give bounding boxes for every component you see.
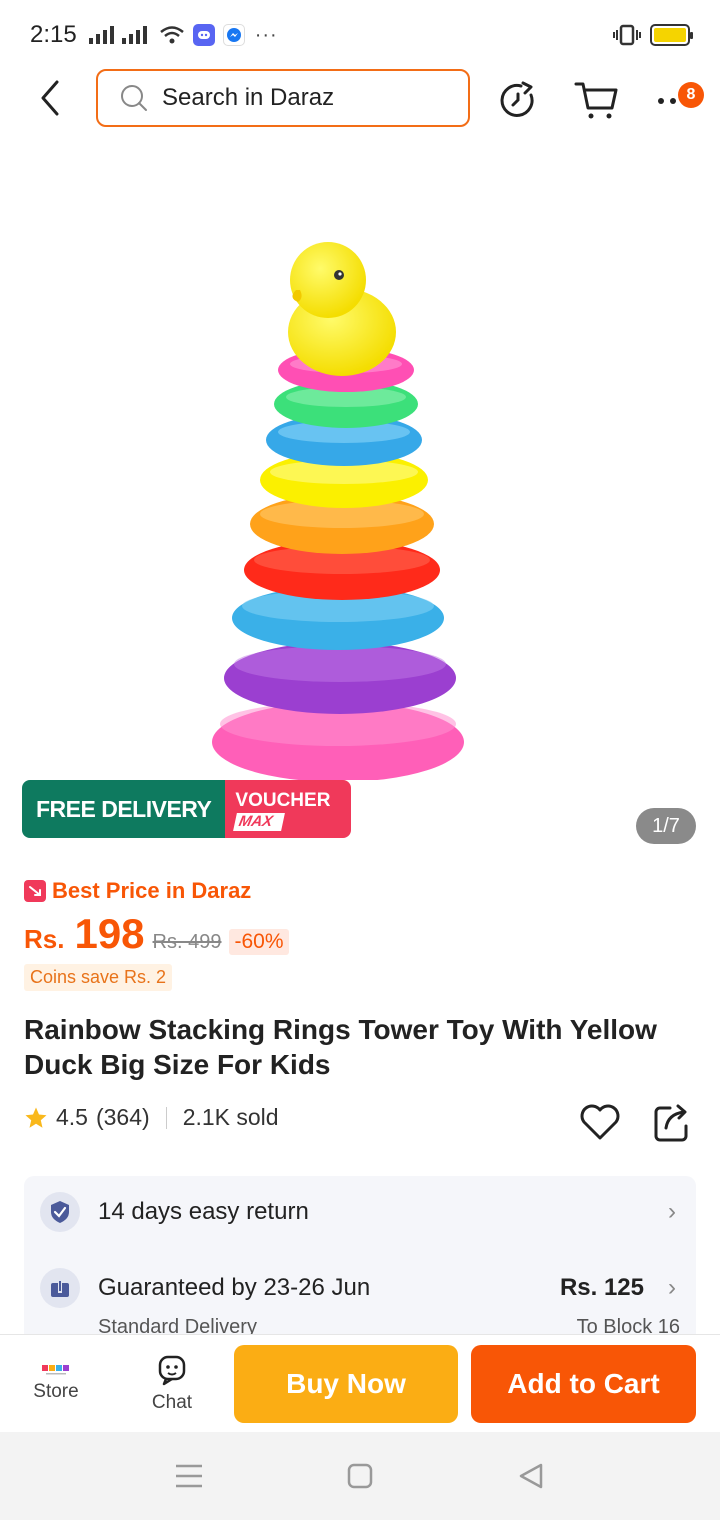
back-arrow-icon xyxy=(41,80,59,116)
status-bar: 2:15 ··· xyxy=(0,0,720,70)
buy-now-button[interactable]: Buy Now xyxy=(234,1345,458,1423)
recent-apps-icon[interactable] xyxy=(174,1463,204,1489)
wishlist-button[interactable] xyxy=(578,1100,622,1144)
share-button[interactable] xyxy=(652,1100,692,1144)
trend-icon xyxy=(24,880,46,902)
returns-row[interactable]: 14 days easy return › xyxy=(40,1192,680,1232)
sold-count: 2.1K sold xyxy=(182,1104,279,1130)
top-nav: Search in Daraz 8 xyxy=(0,68,720,130)
voucher-max-text: MAX xyxy=(233,813,286,831)
service-info-card: 14 days easy return › Guaranteed by 23-2… xyxy=(24,1176,696,1356)
product-image-gallery[interactable]: FREE DELIVERY VOUCHER MAX 1/7 xyxy=(0,140,720,860)
rating-value: 4.5 xyxy=(56,1104,88,1130)
more-notifications-icon: ··· xyxy=(254,23,278,46)
store-logo-icon xyxy=(42,1365,69,1375)
signal-icon-2 xyxy=(121,26,147,44)
search-icon xyxy=(121,85,147,111)
cart-badge: 8 xyxy=(678,82,704,108)
coins-save-tag: Coins save Rs. 2 xyxy=(24,964,173,991)
home-icon[interactable] xyxy=(347,1463,373,1489)
free-delivery-label: FREE DELIVERY xyxy=(22,780,226,838)
rating-row[interactable]: 4.5 (364) 2.1K sold xyxy=(24,1104,279,1131)
share-icon xyxy=(654,1104,688,1142)
vibrate-icon xyxy=(612,24,642,46)
history-button[interactable] xyxy=(496,78,540,122)
voucher-max-label: VOUCHER MAX xyxy=(225,780,352,838)
delivery-label: Guaranteed by 23-26 Jun xyxy=(98,1274,371,1301)
shield-icon xyxy=(40,1192,80,1232)
price-line: Rs. 198 Rs. 499 -60% xyxy=(24,910,289,958)
wifi-icon xyxy=(159,25,185,45)
package-icon xyxy=(40,1268,80,1308)
original-price: Rs. 499 xyxy=(152,931,222,953)
divider xyxy=(165,1106,167,1129)
back-nav-icon[interactable] xyxy=(518,1462,544,1490)
cart-button[interactable] xyxy=(572,78,620,122)
cart-icon xyxy=(574,82,618,119)
product-page: 2:15 ··· Search in Daraz 8 FREE DELIVERY… xyxy=(0,0,720,1520)
battery-icon xyxy=(650,24,693,46)
image-counter: 1/7 xyxy=(636,808,696,844)
store-button[interactable]: Store xyxy=(16,1335,96,1433)
review-count: (364) xyxy=(95,1104,150,1130)
status-time: 2:15 xyxy=(30,21,77,48)
delivery-row[interactable]: Guaranteed by 23-26 Jun Rs. 125 › xyxy=(40,1268,680,1308)
price-amount: 198 xyxy=(74,910,145,957)
discord-icon xyxy=(192,24,215,46)
add-to-cart-button[interactable]: Add to Cart xyxy=(471,1345,696,1423)
messenger-icon xyxy=(222,24,245,46)
best-price-tag: Best Price in Daraz xyxy=(24,878,251,904)
stacking-rings-toy-image xyxy=(212,242,464,782)
search-input[interactable]: Search in Daraz xyxy=(96,69,470,127)
signal-icon xyxy=(88,26,114,44)
chat-icon xyxy=(158,1355,186,1386)
star-icon xyxy=(25,1107,47,1128)
chat-label: Chat xyxy=(151,1392,193,1413)
product-title: Rainbow Stacking Rings Tower Toy With Ye… xyxy=(24,1014,657,1080)
search-placeholder: Search in Daraz xyxy=(162,84,335,111)
chat-button[interactable]: Chat xyxy=(132,1335,212,1433)
back-button[interactable] xyxy=(30,78,70,118)
system-navigation-bar xyxy=(0,1432,720,1520)
delivery-voucher-banner: FREE DELIVERY VOUCHER MAX xyxy=(22,780,352,838)
returns-label: 14 days easy return xyxy=(98,1198,309,1225)
discount-badge: -60% xyxy=(229,929,289,955)
heart-icon xyxy=(580,1104,620,1140)
price-currency: Rs. xyxy=(24,924,65,954)
chevron-right-icon: › xyxy=(668,1274,676,1301)
bottom-action-bar: Store Chat Buy Now Add to Cart xyxy=(0,1334,720,1432)
more-button[interactable]: 8 xyxy=(648,78,712,122)
history-icon xyxy=(500,81,534,117)
voucher-text: VOUCHER xyxy=(235,790,331,811)
best-price-text: Best Price in Daraz xyxy=(52,878,252,903)
chevron-right-icon: › xyxy=(668,1198,676,1225)
delivery-price: Rs. 125 xyxy=(559,1274,644,1301)
store-label: Store xyxy=(33,1381,79,1402)
